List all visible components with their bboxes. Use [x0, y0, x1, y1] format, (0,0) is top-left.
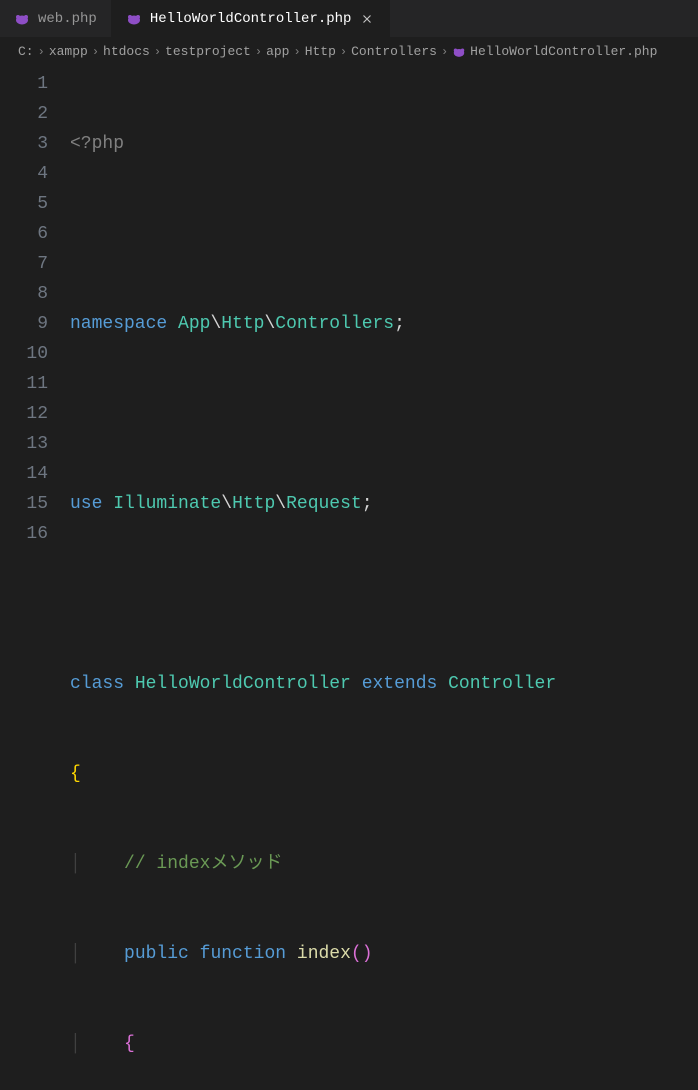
- line-number: 6: [0, 219, 48, 249]
- breadcrumb-item[interactable]: testproject: [165, 44, 251, 59]
- line-number: 4: [0, 159, 48, 189]
- chevron-right-icon: ›: [38, 45, 45, 59]
- breadcrumb-item[interactable]: Http: [305, 44, 336, 59]
- line-number: 3: [0, 129, 48, 159]
- line-number: 12: [0, 399, 48, 429]
- breadcrumb: C: › xampp › htdocs › testproject › app …: [0, 38, 698, 65]
- line-number: 14: [0, 459, 48, 489]
- line-number: 10: [0, 339, 48, 369]
- code-line: namespace App\Http\Controllers;: [70, 309, 698, 339]
- chevron-right-icon: ›: [441, 45, 448, 59]
- line-number: 15: [0, 489, 48, 519]
- line-number: 13: [0, 429, 48, 459]
- code-line: [70, 219, 698, 249]
- code-content[interactable]: <?php namespace App\Http\Controllers; us…: [70, 69, 698, 1090]
- line-number: 1: [0, 69, 48, 99]
- tab-helloworld[interactable]: HelloWorldController.php: [112, 0, 391, 37]
- code-line: [70, 579, 698, 609]
- code-line: │ public function index(): [70, 939, 698, 969]
- code-line: {: [70, 759, 698, 789]
- code-line: │ {: [70, 1029, 698, 1059]
- breadcrumb-item[interactable]: C:: [18, 44, 34, 59]
- line-number: 7: [0, 249, 48, 279]
- chevron-right-icon: ›: [340, 45, 347, 59]
- line-number: 8: [0, 279, 48, 309]
- php-icon: [14, 11, 30, 27]
- code-line: [70, 399, 698, 429]
- breadcrumb-item[interactable]: Controllers: [351, 44, 437, 59]
- chevron-right-icon: ›: [293, 45, 300, 59]
- breadcrumb-item[interactable]: HelloWorldController.php: [452, 44, 657, 59]
- breadcrumb-item[interactable]: app: [266, 44, 289, 59]
- chevron-right-icon: ›: [154, 45, 161, 59]
- chevron-right-icon: ›: [255, 45, 262, 59]
- line-number: 9: [0, 309, 48, 339]
- tab-label: web.php: [38, 11, 97, 27]
- code-editor[interactable]: 1 2 3 4 5 6 7 8 9 10 11 12 13 14 15 16 <…: [0, 65, 698, 1090]
- line-number: 2: [0, 99, 48, 129]
- line-number: 5: [0, 189, 48, 219]
- code-line: use Illuminate\Http\Request;: [70, 489, 698, 519]
- php-icon: [452, 45, 466, 59]
- tab-label: HelloWorldController.php: [150, 11, 352, 27]
- code-line: │ // indexメソッド: [70, 849, 698, 879]
- breadcrumb-item[interactable]: xampp: [49, 44, 88, 59]
- line-numbers: 1 2 3 4 5 6 7 8 9 10 11 12 13 14 15 16: [0, 69, 70, 1090]
- line-number: 11: [0, 369, 48, 399]
- tab-bar: web.php HelloWorldController.php: [0, 0, 698, 38]
- chevron-right-icon: ›: [92, 45, 99, 59]
- php-icon: [126, 11, 142, 27]
- breadcrumb-item[interactable]: htdocs: [103, 44, 150, 59]
- code-line: <?php: [70, 129, 698, 159]
- tab-web-php[interactable]: web.php: [0, 0, 112, 37]
- code-line: class HelloWorldController extends Contr…: [70, 669, 698, 699]
- close-icon[interactable]: [359, 11, 375, 27]
